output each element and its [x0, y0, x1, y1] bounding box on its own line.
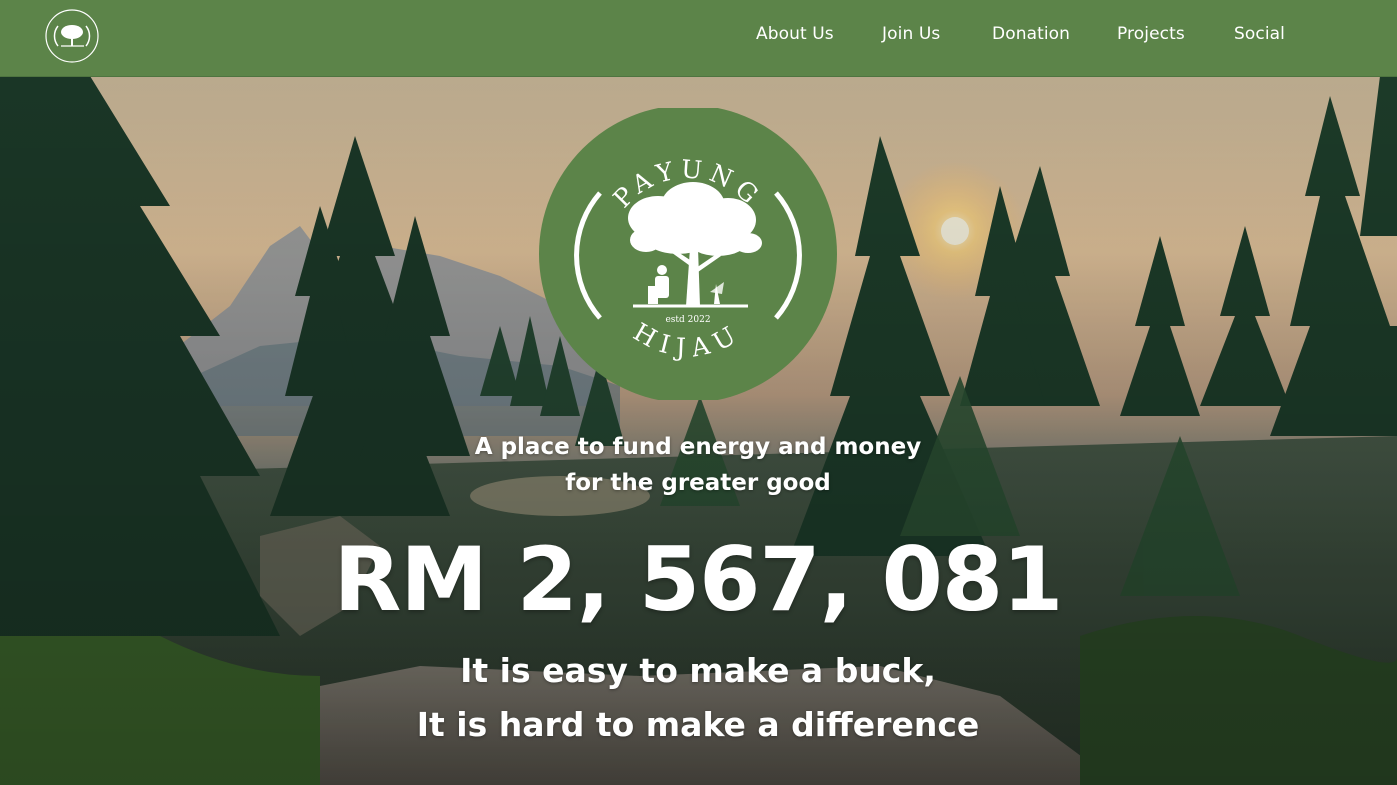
emblem-estd-text: estd 2022 [665, 315, 710, 325]
nav-social[interactable]: Social [1234, 24, 1285, 44]
donation-total-amount: RM 2, 567, 081 [333, 528, 1064, 631]
nav-join-us[interactable]: Join Us [882, 24, 940, 44]
main-nav: About Us Join Us Donation Projects Socia… [0, 0, 1397, 76]
payung-hijau-emblem: PAYUNG HIJAU estd 2022 [538, 105, 838, 403]
hero-section: PAYUNG HIJAU estd 2022 A place to fund e… [0, 76, 1397, 785]
hero-motto-line2: It is hard to make a difference [416, 705, 980, 744]
tree-emblem-icon: PAYUNG HIJAU estd 2022 [539, 105, 837, 403]
hero-motto-line1: It is easy to make a buck, [460, 651, 936, 690]
hero-tagline-line2: for the greater good [565, 470, 831, 496]
top-navigation-bar: About Us Join Us Donation Projects Socia… [0, 0, 1397, 77]
nav-donation[interactable]: Donation [992, 24, 1070, 44]
nav-projects[interactable]: Projects [1117, 24, 1185, 44]
hero-tagline-line1: A place to fund energy and money [474, 434, 922, 460]
nav-about-us[interactable]: About Us [756, 24, 834, 44]
